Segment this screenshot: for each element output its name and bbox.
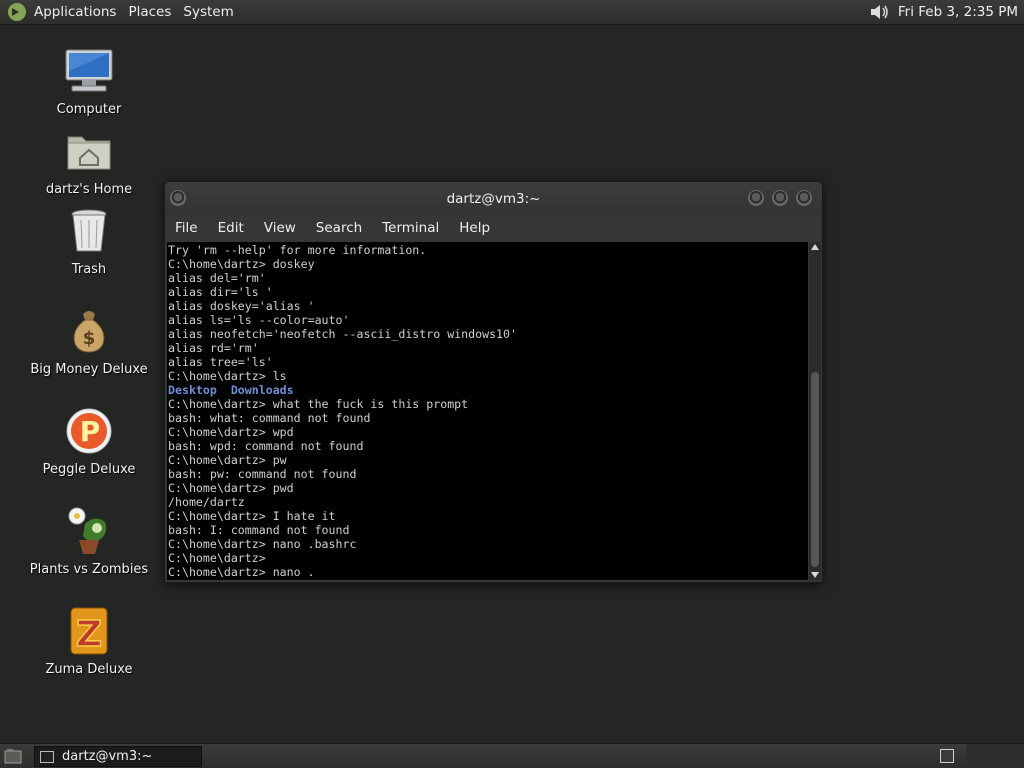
terminal-line: /home/dartz — [168, 495, 245, 509]
panel-trash-applet[interactable] — [966, 744, 1024, 768]
terminal-scrollbar[interactable] — [809, 242, 821, 580]
workspace-switcher[interactable] — [940, 749, 954, 763]
terminal-line: bash: pw: command not found — [168, 467, 357, 481]
menu-help[interactable]: Help — [459, 220, 490, 236]
terminal-line: bash: what: command not found — [168, 411, 371, 425]
terminal-line: C:\home\dartz> nano . — [168, 565, 315, 579]
menu-search[interactable]: Search — [316, 220, 362, 236]
desktop-icon-label: Zuma Deluxe — [45, 662, 133, 677]
trash-icon — [63, 205, 115, 257]
terminal-output[interactable]: Try 'rm --help' for more information. C:… — [167, 242, 808, 580]
window-titlebar[interactable]: dartz@vm3:~ — [165, 182, 822, 215]
menu-file[interactable]: File — [175, 220, 198, 236]
clock[interactable]: Fri Feb 3, 2:35 PM — [898, 4, 1018, 20]
menu-terminal[interactable]: Terminal — [382, 220, 439, 236]
mate-logo-icon[interactable] — [7, 2, 27, 22]
terminal-line: C:\home\dartz> pw — [168, 453, 287, 467]
maximize-icon[interactable] — [772, 190, 788, 206]
terminal-line: alias dir='ls ' — [168, 285, 273, 299]
scroll-down-icon[interactable] — [811, 572, 819, 578]
terminal-line: alias tree='ls' — [168, 355, 273, 369]
menu-applications[interactable]: Applications — [32, 4, 124, 20]
terminal-line: alias neofetch='neofetch --ascii_distro … — [168, 327, 518, 341]
scrollbar-thumb[interactable] — [811, 372, 819, 567]
show-desktop-icon[interactable] — [4, 748, 22, 764]
terminal-line: C:\home\dartz> what the fuck is this pro… — [168, 397, 469, 411]
menu-system[interactable]: System — [181, 4, 241, 20]
desktop-icon-trash[interactable]: Trash — [24, 205, 154, 277]
menu-edit[interactable]: Edit — [218, 220, 244, 236]
svg-text:$: $ — [83, 328, 96, 349]
desktop-icon-label: Peggle Deluxe — [42, 462, 136, 477]
desktop-icon-zuma[interactable]: Z Zuma Deluxe — [24, 605, 154, 677]
window-menu-icon[interactable] — [170, 190, 186, 206]
desktop-icon-label: Computer — [56, 102, 122, 117]
desktop-icon-label: Trash — [71, 262, 107, 277]
close-icon[interactable] — [796, 190, 812, 206]
desktop-icon-label: Plants vs Zombies — [29, 562, 149, 577]
desktop-icon-home[interactable]: dartz's Home — [24, 125, 154, 197]
top-panel: Applications Places System Fri Feb 3, 2:… — [0, 0, 1024, 25]
window-menubar: File Edit View Search Terminal Help — [165, 215, 822, 241]
terminal-line: alias rd='rm' — [168, 341, 259, 355]
terminal-line: C:\home\dartz> wpd — [168, 425, 294, 439]
terminal-line: C:\home\dartz> ls — [168, 369, 287, 383]
desktop-icon-peggle[interactable]: P Peggle Deluxe — [24, 405, 154, 477]
terminal-line: C:\home\dartz> — [168, 551, 266, 565]
terminal-line: bash: I: command not found — [168, 523, 350, 537]
terminal-line: C:\home\dartz> nano .bashrc — [168, 537, 357, 551]
desktop-icon-label: Big Money Deluxe — [30, 362, 148, 377]
terminal-icon — [40, 750, 54, 763]
window-title: dartz@vm3:~ — [446, 190, 541, 207]
peggle-icon: P — [63, 405, 115, 457]
menu-view[interactable]: View — [264, 220, 296, 236]
menu-places[interactable]: Places — [126, 4, 179, 20]
svg-text:Z: Z — [76, 614, 102, 655]
terminal-line: C:\home\dartz> I hate it — [168, 509, 336, 523]
plants-vs-zombies-icon — [63, 505, 115, 557]
desktop-icon-label: dartz's Home — [45, 182, 133, 197]
bottom-panel: dartz@vm3:~ — [0, 743, 1024, 768]
scroll-up-icon[interactable] — [811, 244, 819, 250]
svg-text:P: P — [80, 415, 101, 448]
terminal-line: C:\home\dartz> pwd — [168, 481, 294, 495]
terminal-line: alias ls='ls --color=auto' — [168, 313, 350, 327]
desktop-icon-big-money[interactable]: $ Big Money Deluxe — [24, 305, 154, 377]
volume-icon[interactable] — [868, 2, 892, 22]
terminal-line: alias doskey='alias ' — [168, 299, 315, 313]
computer-icon — [63, 45, 115, 97]
terminal-window[interactable]: dartz@vm3:~ File Edit View Search Termin… — [164, 181, 823, 583]
desktop-icon-pvz[interactable]: Plants vs Zombies — [24, 505, 154, 577]
terminal-line: Try 'rm --help' for more information. — [168, 243, 427, 257]
money-bag-icon: $ — [63, 305, 115, 357]
zuma-icon: Z — [63, 605, 115, 657]
home-folder-icon — [63, 125, 115, 177]
terminal-line-directories: Desktop Downloads — [168, 383, 294, 397]
taskbar-item-label: dartz@vm3:~ — [62, 749, 153, 764]
terminal-line: bash: wpd: command not found — [168, 439, 364, 453]
terminal-line: C:\home\dartz> doskey — [168, 257, 315, 271]
desktop-icon-computer[interactable]: Computer — [24, 45, 154, 117]
minimize-icon[interactable] — [748, 190, 764, 206]
taskbar-item-terminal[interactable]: dartz@vm3:~ — [34, 746, 202, 767]
terminal-line: alias del='rm' — [168, 271, 266, 285]
